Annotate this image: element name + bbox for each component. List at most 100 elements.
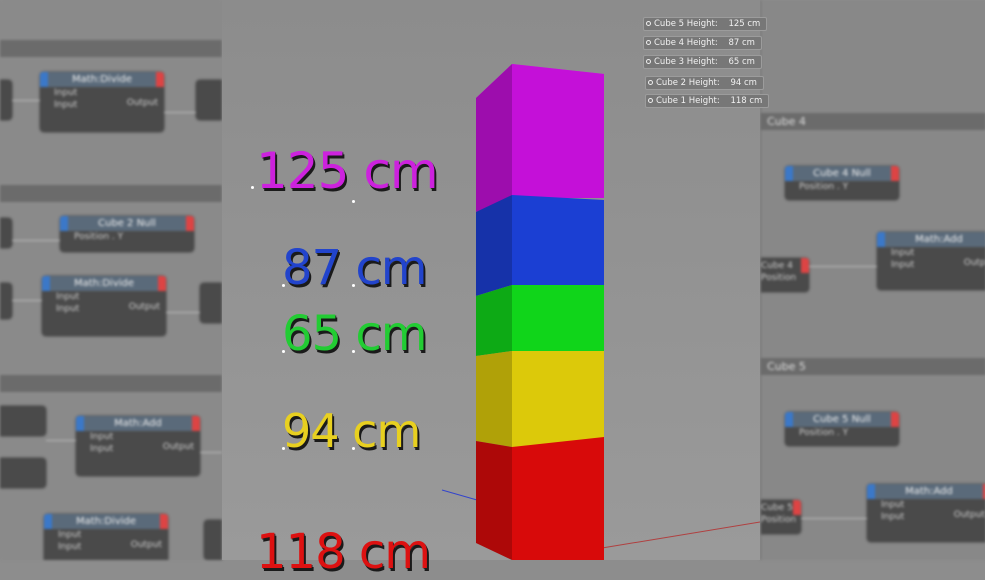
node-output-port[interactable] [192,416,200,431]
hud-readout-cube1[interactable]: Cube 1 Height: 118 cm [645,94,770,108]
node-title: Math:Add [76,416,200,431]
readout-value: 94 cm [730,78,757,88]
readout-label: Cube 4 Height: [654,38,718,48]
label-anchor-dot [282,447,285,450]
node-partial[interactable] [0,283,12,319]
left-node-editor[interactable]: Math:Divide Input Input Output Cube 2 Nu… [0,0,222,560]
node-math-divide-3[interactable]: Math:Divide Input Input Output [44,514,168,560]
label-anchor-dot [251,186,254,189]
hud-readout-cube2[interactable]: Cube 2 Height: 94 cm [645,76,764,90]
node-input-port[interactable] [867,484,875,499]
node-input-port[interactable] [785,166,793,181]
node-output-label: Output [963,258,985,268]
readout-circle-icon [648,98,653,103]
node-input-port[interactable] [44,514,52,529]
label-anchor-dot [282,284,285,287]
label-anchor-dot [352,284,355,287]
cube4-side[interactable] [476,195,512,296]
node-cube4-ref[interactable]: Cube 4 Position [761,258,809,292]
right-node-editor[interactable]: Cube 4 Cube 4 Null Position . Y Math:Add… [760,0,985,560]
node-wire [12,240,60,241]
node-partial[interactable] [196,80,222,120]
node-output-port[interactable] [156,72,164,87]
node-cube4-null[interactable]: Cube 4 Null Position . Y [785,166,899,200]
hud-readout-cube5[interactable]: Cube 5 Height: 125 cm [643,17,768,31]
readout-label: Cube 2 Height: [656,78,720,88]
node-input-port[interactable] [76,416,84,431]
node-math-add-4[interactable]: Math:Add Input Input Output [877,232,985,290]
group-bar[interactable] [0,40,222,57]
node-output-port[interactable] [793,500,801,515]
node-cube5-null[interactable]: Cube 5 Null Position . Y [785,412,899,446]
node-wire [12,100,40,101]
node-output-label: Output [126,98,158,108]
node-input-port[interactable] [42,276,50,291]
node-math-divide-2[interactable]: Math:Divide Input Input Output [42,276,166,336]
label-cube5-height[interactable]: 125 cm [256,142,439,200]
label-anchor-dot [352,350,355,353]
group-bar-cube4[interactable]: Cube 4 [761,113,985,130]
label-anchor-dot [282,350,285,353]
cube2-side[interactable] [476,351,512,447]
readout-label: Cube 1 Height: [656,96,720,106]
node-partial[interactable] [0,458,46,488]
cube3-front[interactable] [512,285,604,351]
readout-value: 87 cm [728,38,755,48]
node-math-add-5[interactable]: Math:Add Input Input Output [867,484,985,542]
node-partial[interactable] [0,80,12,120]
node-partial[interactable] [0,406,46,436]
node-wire [164,112,196,113]
node-title: Math:Add [867,484,985,499]
node-output-port[interactable] [158,276,166,291]
axis-y-line [601,521,760,549]
cube3-side[interactable] [476,285,512,356]
node-output-port[interactable] [160,514,168,529]
node-partial[interactable] [0,218,12,248]
node-math-add-1[interactable]: Math:Add Input Input Output [76,416,200,476]
readout-value: 118 cm [730,96,763,106]
cube5-front[interactable] [512,64,604,198]
cube1-side[interactable] [476,441,512,560]
node-cube2-null[interactable]: Cube 2 Null Position . Y [60,216,194,252]
label-cube2-height[interactable]: 94 cm [282,404,421,458]
cube4-front[interactable] [512,195,604,285]
node-input-port[interactable] [785,412,793,427]
node-partial[interactable] [200,283,222,323]
readout-value: 125 cm [728,19,761,29]
cube1-front[interactable] [512,437,604,560]
cube5-side[interactable] [476,64,512,212]
group-bar-cube5[interactable]: Cube 5 [761,358,985,375]
hud-readout-cube4[interactable]: Cube 4 Height: 87 cm [643,36,762,50]
node-wire [809,266,877,267]
node-title: Math:Divide [40,72,164,87]
node-output-port[interactable] [801,258,809,273]
node-input-port[interactable] [40,72,48,87]
hud-readout-cube3[interactable]: Cube 3 Height: 65 cm [643,55,762,69]
label-cube3-height[interactable]: 65 cm [282,306,427,362]
node-cube5-ref[interactable]: Cube 5 Position [761,500,801,534]
node-partial[interactable] [204,520,222,560]
group-bar[interactable] [0,185,222,202]
readout-value: 65 cm [728,57,755,67]
node-title: Math:Add [877,232,985,247]
node-output-port[interactable] [891,412,899,427]
node-port-label: Position [761,515,797,525]
node-math-divide-1[interactable]: Math:Divide Input Input Output [40,72,164,132]
label-cube1-height[interactable]: 118 cm [256,524,431,580]
cube2-front[interactable] [512,351,604,447]
readout-circle-icon [646,59,651,64]
axis-x-line [441,489,478,501]
node-title: Cube 2 Null [60,216,194,231]
node-input-port[interactable] [877,232,885,247]
node-output-label: Output [130,540,162,550]
label-cube4-height[interactable]: 87 cm [282,240,427,296]
node-output-port[interactable] [891,166,899,181]
node-output-port[interactable] [186,216,194,231]
node-port-label: Position . Y [74,232,124,242]
node-wire [200,452,222,453]
group-bar[interactable] [0,375,222,392]
node-port-label: Position [761,273,797,283]
readout-label: Cube 5 Height: [654,19,718,29]
node-input-port[interactable] [60,216,68,231]
label-anchor-dot [352,447,355,450]
